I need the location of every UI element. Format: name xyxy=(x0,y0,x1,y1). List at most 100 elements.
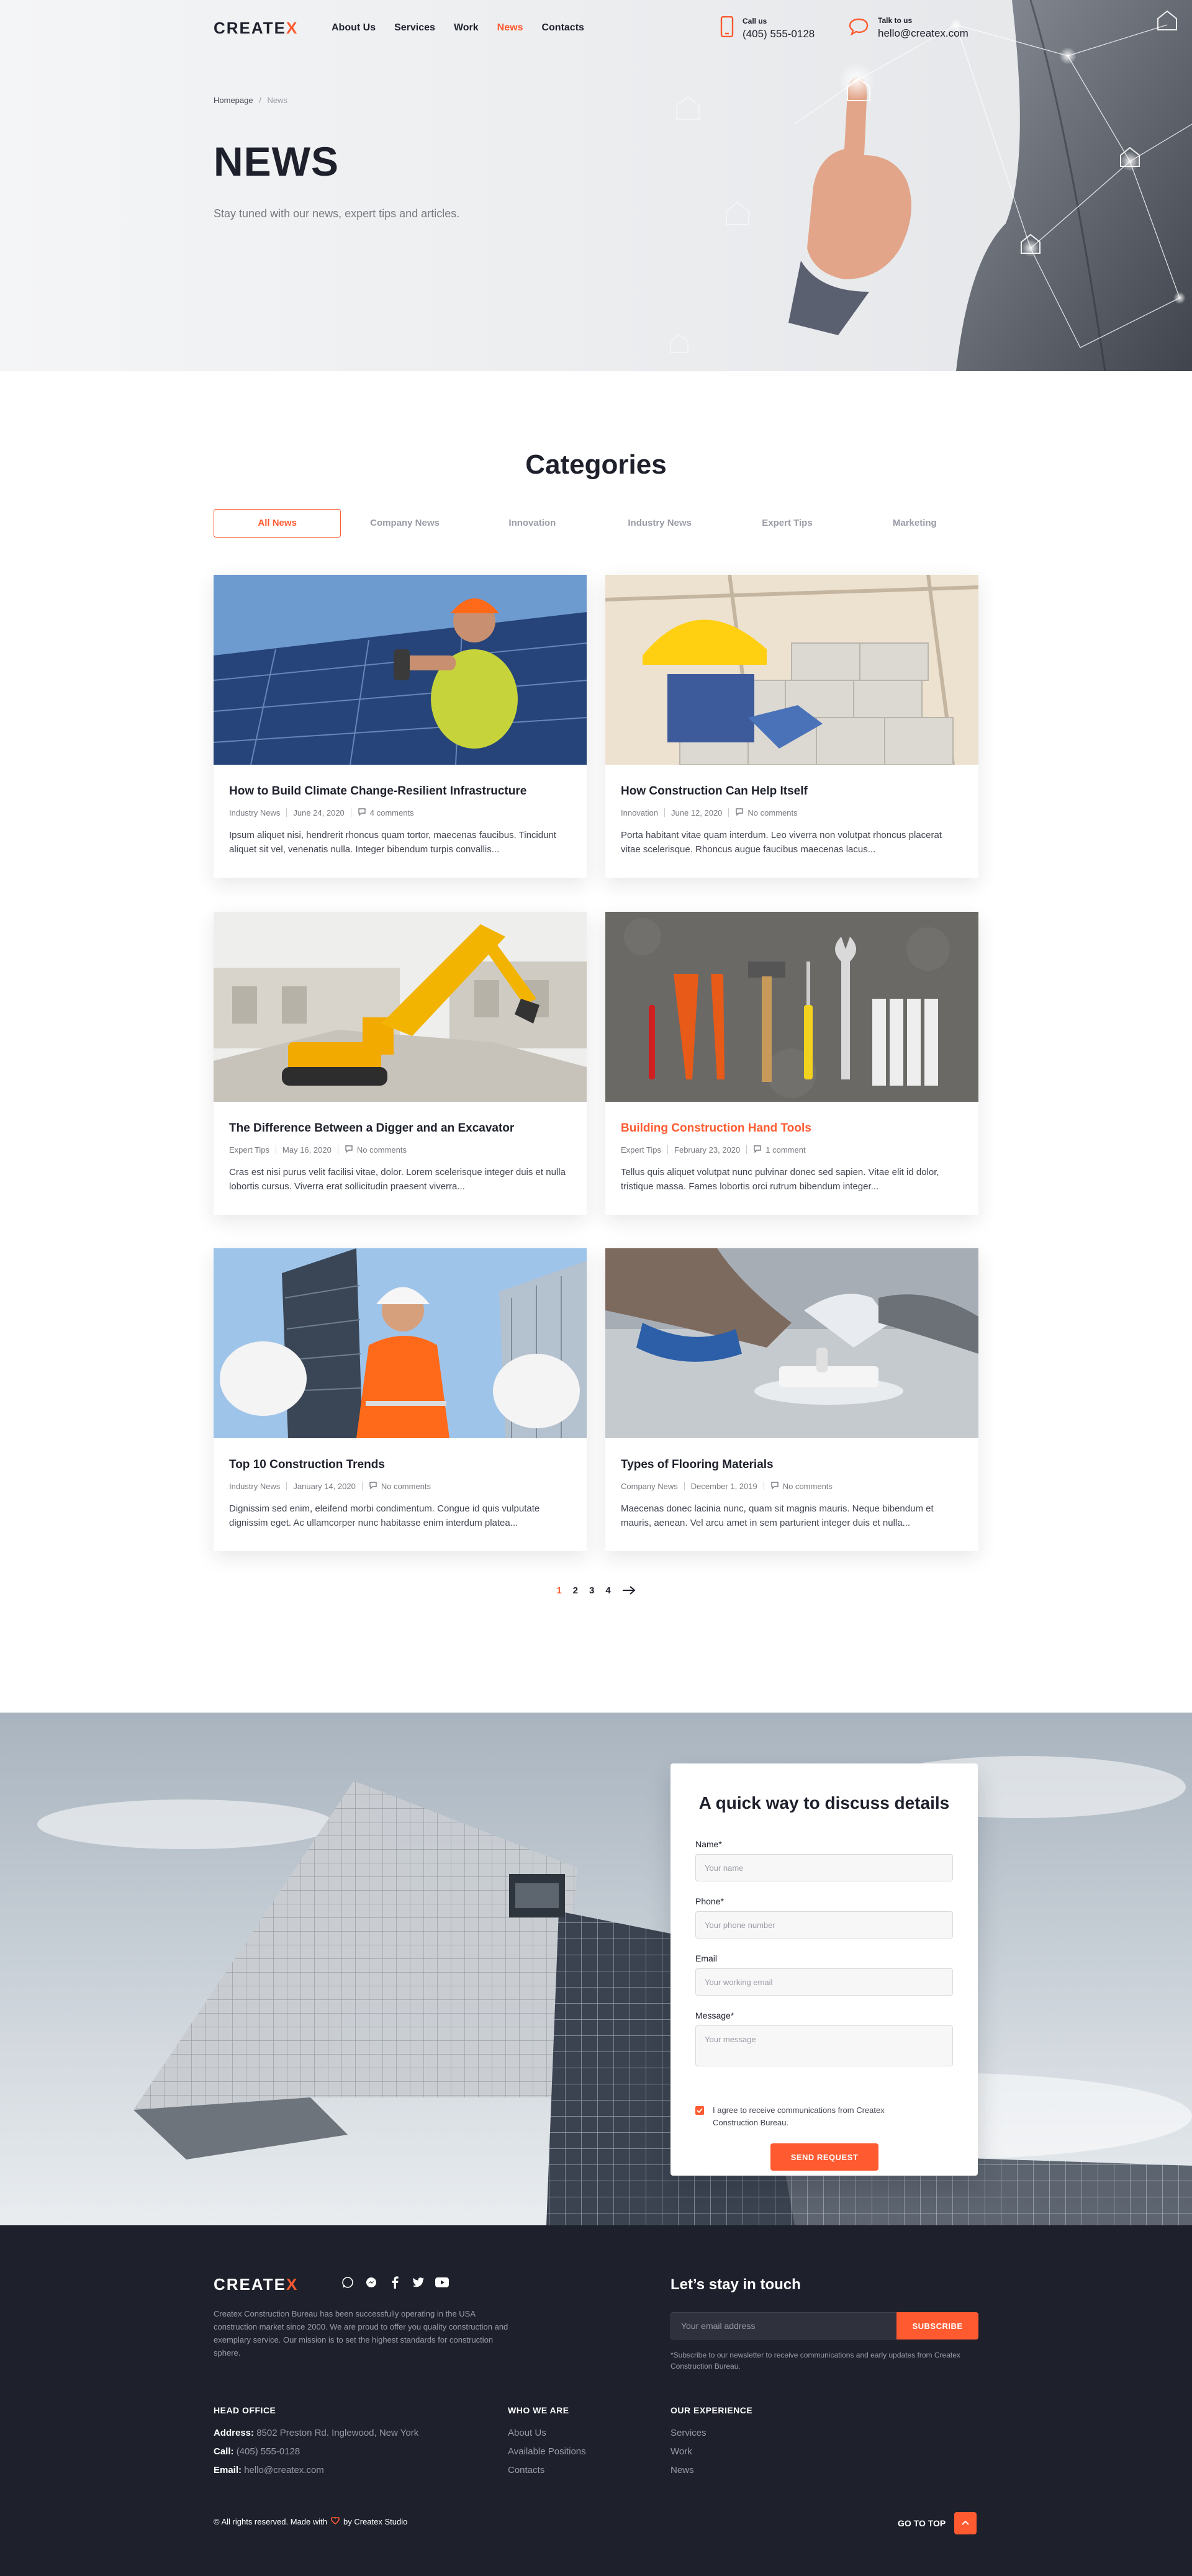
page-2[interactable]: 2 xyxy=(573,1585,578,1598)
post-category[interactable]: Industry News xyxy=(229,808,280,817)
call-value: (405) 555-0128 xyxy=(743,27,815,40)
name-label: Name* xyxy=(695,1839,722,1849)
post-title[interactable]: The Difference Between a Digger and an E… xyxy=(229,1122,514,1135)
comment-icon xyxy=(735,808,744,817)
post-category[interactable]: Industry News xyxy=(229,1482,280,1491)
page-4[interactable]: 4 xyxy=(605,1585,610,1598)
post-image[interactable] xyxy=(214,912,587,1102)
site-header: CREATEX About Us Services Work News Cont… xyxy=(214,0,978,57)
messenger-icon[interactable] xyxy=(364,2275,379,2290)
breadcrumb-current: News xyxy=(267,96,287,105)
page-3[interactable]: 3 xyxy=(589,1585,594,1598)
nav-news[interactable]: News xyxy=(497,22,523,34)
twitter-icon[interactable] xyxy=(411,2275,426,2290)
post-image[interactable] xyxy=(605,1248,978,1438)
page-1[interactable]: 1 xyxy=(556,1585,561,1598)
post-category[interactable]: Expert Tips xyxy=(621,1145,661,1155)
logo[interactable]: CREATEX xyxy=(214,19,298,38)
message-label: Message* xyxy=(695,2011,734,2020)
post-image[interactable] xyxy=(605,912,978,1102)
quote-form: A quick way to discuss details Name* Pho… xyxy=(670,1763,978,2176)
post-excerpt: Dignissim sed enim, eleifend morbi condi… xyxy=(229,1503,540,1528)
nav-work[interactable]: Work xyxy=(454,22,479,34)
post-title[interactable]: Top 10 Construction Trends xyxy=(229,1458,385,1472)
post-card[interactable]: Top 10 Construction Trends Industry News… xyxy=(214,1248,587,1551)
post-title[interactable]: Types of Flooring Materials xyxy=(621,1458,774,1472)
post-category[interactable]: Innovation xyxy=(621,808,658,817)
footer-logo[interactable]: CREATEX xyxy=(214,2275,298,2294)
consent-checkbox[interactable] xyxy=(695,2106,704,2115)
go-to-top-button[interactable]: GO TO TOP xyxy=(898,2512,977,2534)
head-office-list: Address: 8502 Preston Rd. Inglewood, New… xyxy=(214,2424,418,2480)
whatsapp-icon[interactable] xyxy=(340,2275,355,2290)
post-title[interactable]: Building Construction Hand Tools xyxy=(621,1122,811,1135)
our-experience-title: OUR EXPERIENCE xyxy=(670,2405,753,2415)
post-comments[interactable]: 4 comments xyxy=(370,808,414,817)
footer-link-positions[interactable]: Available Positions xyxy=(508,2446,586,2457)
message-field[interactable] xyxy=(695,2025,953,2066)
post-title[interactable]: How Construction Can Help Itself xyxy=(621,785,808,798)
footer-link-contacts[interactable]: Contacts xyxy=(508,2465,544,2475)
post-comments[interactable]: No comments xyxy=(783,1482,833,1491)
tab-industry-news[interactable]: Industry News xyxy=(596,509,723,538)
phone-field[interactable] xyxy=(695,1911,953,1939)
footer-phone-link[interactable]: (405) 555-0128 xyxy=(237,2446,300,2457)
facebook-icon[interactable] xyxy=(387,2275,402,2290)
header-talk[interactable]: Talk to us hello@createx.com xyxy=(848,16,968,40)
contact-section: A quick way to discuss details Name* Pho… xyxy=(0,1713,1192,2225)
tab-company-news[interactable]: Company News xyxy=(341,509,468,538)
footer-link-services[interactable]: Services xyxy=(670,2428,707,2438)
footer-email-link[interactable]: hello@createx.com xyxy=(244,2465,324,2475)
post-card[interactable]: Building Construction Hand Tools Expert … xyxy=(605,912,978,1215)
site-footer: CREATEX Createx Construction Bureau has … xyxy=(0,2225,1192,2576)
post-image[interactable] xyxy=(605,575,978,765)
address-value: 8502 Preston Rd. Inglewood, New York xyxy=(256,2428,419,2438)
tab-innovation[interactable]: Innovation xyxy=(469,509,596,538)
tab-expert-tips[interactable]: Expert Tips xyxy=(723,509,851,538)
post-excerpt: Tellus quis aliquet volutpat nunc pulvin… xyxy=(621,1167,939,1192)
post-comments[interactable]: No comments xyxy=(747,808,797,817)
tab-all-news[interactable]: All News xyxy=(214,509,341,538)
footer-link-work[interactable]: Work xyxy=(670,2446,692,2457)
youtube-icon[interactable] xyxy=(435,2275,449,2290)
head-office-title: HEAD OFFICE xyxy=(214,2405,276,2415)
breadcrumb-home[interactable]: Homepage xyxy=(214,96,253,105)
post-image[interactable] xyxy=(214,1248,587,1438)
copyright: © All rights reserved. Made with by Crea… xyxy=(214,2516,408,2526)
post-comments[interactable]: No comments xyxy=(381,1482,431,1491)
form-title: A quick way to discuss details xyxy=(698,1793,950,1813)
footer-link-about-us[interactable]: About Us xyxy=(508,2428,546,2438)
send-request-button[interactable]: SEND REQUEST xyxy=(770,2143,878,2171)
post-category[interactable]: Company News xyxy=(621,1482,678,1491)
newsletter-email-input[interactable] xyxy=(670,2312,898,2340)
post-card[interactable]: How Construction Can Help Itself Innovat… xyxy=(605,575,978,878)
page-title: NEWS xyxy=(214,138,339,184)
name-field[interactable] xyxy=(695,1854,953,1881)
tab-marketing[interactable]: Marketing xyxy=(851,509,978,538)
go-to-top-label: GO TO TOP xyxy=(898,2518,946,2528)
nav-contacts[interactable]: Contacts xyxy=(541,22,584,34)
header-call[interactable]: Call us (405) 555-0128 xyxy=(720,16,815,40)
post-comments[interactable]: No comments xyxy=(357,1145,407,1155)
subscribe-button[interactable]: SUBSCRIBE xyxy=(896,2312,978,2340)
post-card[interactable]: How to Build Climate Change-Resilient In… xyxy=(214,575,587,878)
post-comments[interactable]: 1 comment xyxy=(765,1145,805,1155)
pagination: 1 2 3 4 xyxy=(0,1585,1192,1598)
post-card[interactable]: The Difference Between a Digger and an E… xyxy=(214,912,587,1215)
nav-services[interactable]: Services xyxy=(394,22,435,34)
talk-label: Talk to us xyxy=(878,16,913,25)
post-image[interactable] xyxy=(214,575,587,765)
post-card[interactable]: Types of Flooring Materials Company News… xyxy=(605,1248,978,1551)
post-category[interactable]: Expert Tips xyxy=(229,1145,269,1155)
call-label-footer: Call: xyxy=(214,2446,234,2457)
phone-label: Phone* xyxy=(695,1896,724,1906)
address-label: Address: xyxy=(214,2428,255,2438)
email-field[interactable] xyxy=(695,1968,953,1996)
post-date: February 23, 2020 xyxy=(674,1145,741,1155)
post-title[interactable]: How to Build Climate Change-Resilient In… xyxy=(229,785,526,798)
post-excerpt: Ipsum aliquet nisi, hendrerit rhoncus qu… xyxy=(229,830,556,855)
copyright-post: by Createx Studio xyxy=(343,2517,408,2526)
footer-link-news[interactable]: News xyxy=(670,2465,694,2475)
nav-about-us[interactable]: About Us xyxy=(332,22,376,34)
arrow-right-icon[interactable] xyxy=(622,1585,636,1598)
